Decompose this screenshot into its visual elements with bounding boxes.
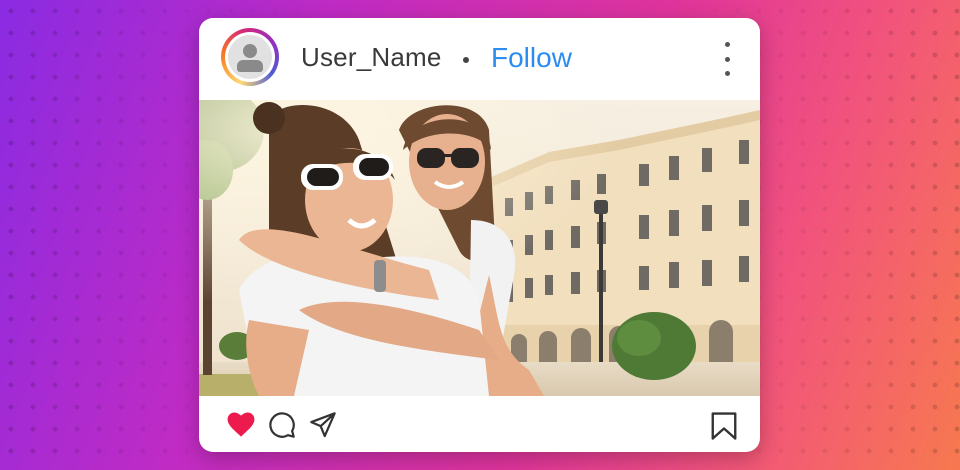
separator-dot [463, 57, 469, 63]
send-icon[interactable] [309, 411, 337, 439]
username[interactable]: User_Name [301, 42, 442, 73]
heart-icon[interactable] [227, 412, 255, 438]
user-avatar-icon [228, 35, 272, 79]
more-vertical-icon[interactable] [717, 42, 737, 76]
post-actions-bar [199, 396, 760, 452]
bookmark-icon[interactable] [709, 411, 739, 441]
comment-icon[interactable] [268, 411, 296, 439]
social-post-card: User_Name Follow [199, 18, 760, 452]
avatar-story-ring[interactable] [221, 28, 279, 86]
post-photo[interactable] [199, 100, 760, 396]
post-header: User_Name Follow [199, 18, 760, 100]
follow-button[interactable]: Follow [491, 42, 572, 74]
